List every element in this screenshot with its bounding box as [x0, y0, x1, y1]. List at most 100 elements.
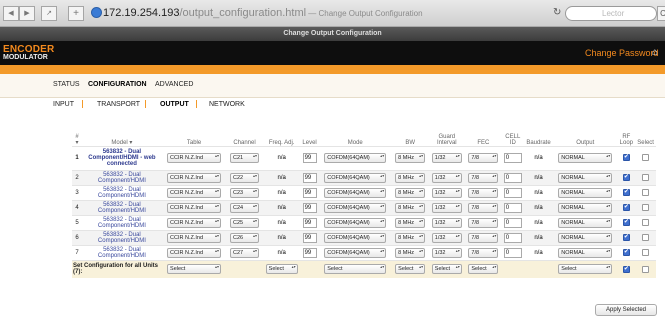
guard-interval-select[interactable]: 1/32	[431, 202, 462, 213]
level-input[interactable]: 99	[302, 247, 317, 258]
output-select[interactable]: NORMAL	[558, 153, 613, 163]
mode-select[interactable]: COFDM(64QAM)	[324, 153, 387, 163]
level-input[interactable]: 99	[302, 172, 317, 183]
table-select[interactable]: CCIR N.Z.Ind	[167, 217, 222, 228]
level-input[interactable]: 99	[302, 202, 317, 213]
select-checkbox[interactable]	[642, 173, 650, 181]
cell-id-input[interactable]: 0	[503, 187, 522, 198]
new-tab-icon[interactable]: +	[68, 6, 84, 21]
set-all-mode-select[interactable]: Select	[324, 264, 387, 275]
tab-transport[interactable]: TRANSPORT	[97, 101, 140, 108]
search-input[interactable]: Lector	[565, 6, 657, 21]
bw-select[interactable]: 8 MHz	[395, 232, 426, 243]
channel-select[interactable]: C24	[230, 202, 259, 213]
select-checkbox[interactable]	[642, 203, 650, 211]
level-input[interactable]: 99	[302, 187, 317, 198]
mode-select[interactable]: COFDM(64QAM)	[324, 202, 387, 213]
cell-id-input[interactable]: 0	[503, 172, 522, 183]
address-bar[interactable]: 172.19.254.193/output_configuration.html…	[103, 7, 423, 19]
bw-select[interactable]: 8 MHz	[395, 153, 426, 163]
fec-select[interactable]: 7/8	[468, 153, 499, 163]
change-password-link[interactable]: Change Password	[585, 48, 659, 58]
output-select[interactable]: NORMAL	[558, 232, 613, 243]
fec-select[interactable]: 7/8	[468, 217, 499, 228]
bw-select[interactable]: 8 MHz	[395, 172, 426, 183]
set-all-bw-select[interactable]: Select	[395, 264, 426, 275]
output-select[interactable]: NORMAL	[558, 217, 613, 228]
model-link[interactable]: 563832 - Dual Component/HDMI	[81, 199, 162, 215]
table-select[interactable]: CCIR N.Z.Ind	[167, 172, 222, 183]
set-all-output-select[interactable]: Select	[558, 264, 613, 275]
set-all-freq-select[interactable]: Select	[265, 264, 298, 275]
mode-select[interactable]: COFDM(64QAM)	[324, 217, 387, 228]
nav-status[interactable]: STATUS	[53, 81, 80, 88]
back-icon[interactable]: ◀	[3, 6, 19, 21]
rf-loop-checkbox[interactable]	[622, 218, 630, 226]
col-num[interactable]: # ▾	[72, 130, 82, 146]
cell-id-input[interactable]: 0	[503, 202, 522, 213]
output-select[interactable]: NORMAL	[558, 202, 613, 213]
fec-select[interactable]: 7/8	[468, 172, 499, 183]
cell-id-input[interactable]: 0	[503, 232, 522, 243]
set-all-rf-loop-checkbox[interactable]	[622, 265, 630, 273]
channel-select[interactable]: C22	[230, 172, 259, 183]
forward-icon[interactable]: ▶	[19, 6, 35, 21]
share-icon[interactable]: ↗	[41, 6, 57, 21]
model-link[interactable]: 563832 - Dual Component/HDMI - web conne…	[81, 145, 162, 170]
rf-loop-checkbox[interactable]	[622, 248, 630, 256]
output-select[interactable]: NORMAL	[558, 187, 613, 198]
select-checkbox[interactable]	[642, 248, 650, 256]
channel-select[interactable]: C27	[230, 247, 259, 258]
rf-loop-checkbox[interactable]	[622, 233, 630, 241]
home-icon[interactable]: ⌂	[652, 47, 658, 58]
cell-id-input[interactable]: 0	[503, 247, 522, 258]
tab-output[interactable]: OUTPUT	[160, 101, 189, 108]
set-all-fec-select[interactable]: Select	[468, 264, 499, 275]
model-link[interactable]: 563832 - Dual Component/HDMI	[81, 184, 162, 200]
model-link[interactable]: 563832 - Dual Component/HDMI	[81, 169, 162, 185]
model-link[interactable]: 563832 - Dual Component/HDMI	[81, 229, 162, 245]
rf-loop-checkbox[interactable]	[622, 153, 630, 162]
table-select[interactable]: CCIR N.Z.Ind	[167, 202, 222, 213]
bw-select[interactable]: 8 MHz	[395, 187, 426, 198]
channel-select[interactable]: C25	[230, 217, 259, 228]
bw-select[interactable]: 8 MHz	[395, 217, 426, 228]
level-input[interactable]: 99	[302, 232, 317, 243]
col-model[interactable]: Model ▾	[82, 130, 162, 146]
mode-select[interactable]: COFDM(64QAM)	[324, 232, 387, 243]
level-input[interactable]: 99	[302, 153, 317, 163]
guard-interval-select[interactable]: 1/32	[431, 187, 462, 198]
fec-select[interactable]: 7/8	[468, 232, 499, 243]
nav-advanced[interactable]: ADVANCED	[155, 81, 193, 88]
select-checkbox[interactable]	[642, 233, 650, 241]
channel-select[interactable]: C21	[230, 153, 259, 163]
rf-loop-checkbox[interactable]	[622, 173, 630, 181]
fec-select[interactable]: 7/8	[468, 187, 499, 198]
bw-select[interactable]: 8 MHz	[395, 202, 426, 213]
guard-interval-select[interactable]: 1/32	[431, 232, 462, 243]
level-input[interactable]: 99	[302, 217, 317, 228]
mode-select[interactable]: COFDM(64QAM)	[324, 247, 387, 258]
guard-interval-select[interactable]: 1/32	[431, 172, 462, 183]
table-select[interactable]: CCIR N.Z.Ind	[167, 153, 222, 163]
set-all-select-checkbox[interactable]	[642, 265, 650, 273]
table-select[interactable]: CCIR N.Z.Ind	[167, 187, 222, 198]
extension-icon[interactable]: C	[657, 6, 665, 21]
cell-id-input[interactable]: 0	[503, 153, 522, 163]
set-all-table-select[interactable]: Select	[167, 264, 222, 275]
apply-selected-button[interactable]: Apply Selected	[595, 304, 657, 316]
model-link[interactable]: 563832 - Dual Component/HDMI	[81, 214, 162, 230]
rf-loop-checkbox[interactable]	[622, 188, 630, 196]
select-checkbox[interactable]	[642, 154, 650, 162]
guard-interval-select[interactable]: 1/32	[431, 217, 462, 228]
reload-icon[interactable]: ↻	[553, 7, 561, 18]
channel-select[interactable]: C26	[230, 232, 259, 243]
table-select[interactable]: CCIR N.Z.Ind	[167, 247, 222, 258]
mode-select[interactable]: COFDM(64QAM)	[324, 172, 387, 183]
tab-network[interactable]: NETWORK	[209, 101, 245, 108]
cell-id-input[interactable]: 0	[503, 217, 522, 228]
set-all-guard-select[interactable]: Select	[431, 264, 462, 275]
nav-configuration[interactable]: CONFIGURATION	[88, 81, 147, 88]
guard-interval-select[interactable]: 1/32	[431, 153, 462, 163]
mode-select[interactable]: COFDM(64QAM)	[324, 187, 387, 198]
